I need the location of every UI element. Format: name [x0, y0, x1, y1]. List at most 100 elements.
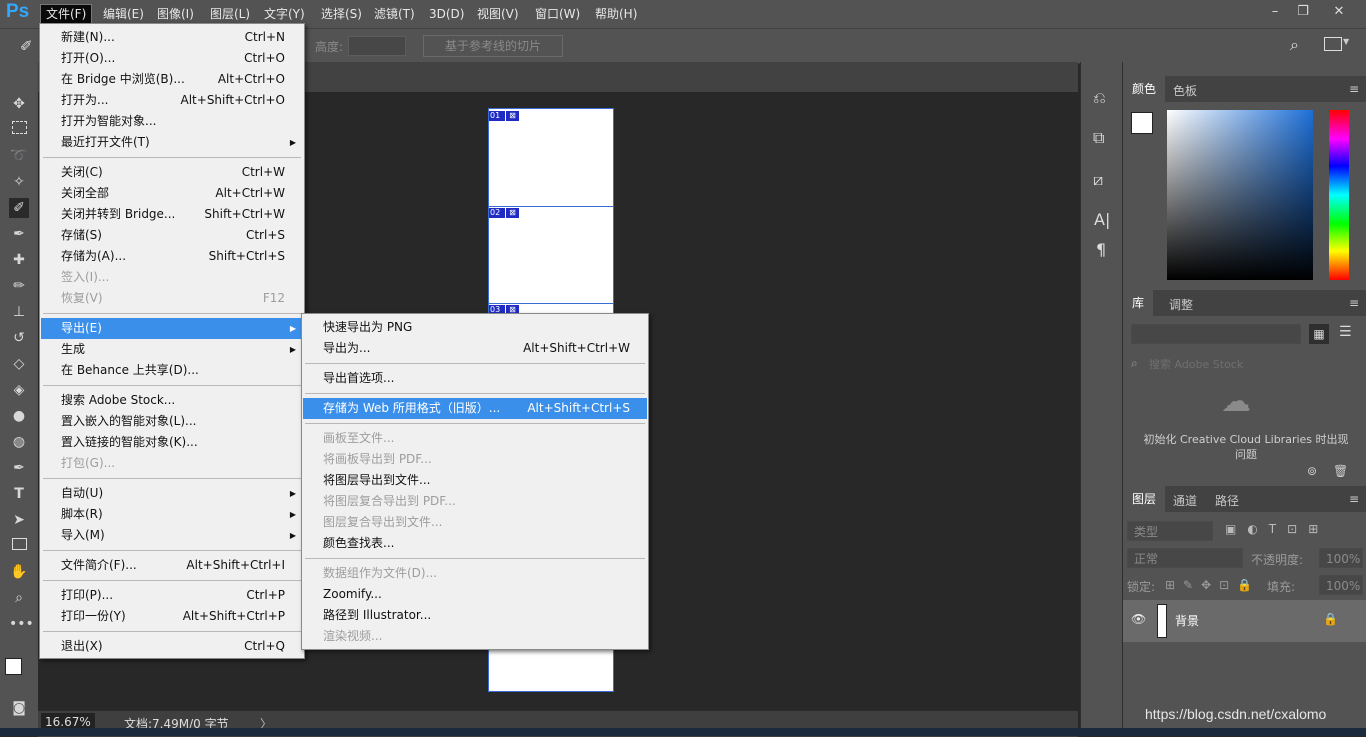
path-selection-tool-icon[interactable]: ➤: [9, 510, 29, 530]
eraser-tool-icon[interactable]: ◇: [9, 354, 29, 374]
menu-2[interactable]: 图像(I): [152, 5, 199, 23]
menu-item[interactable]: 导出(E) ▶: [41, 318, 303, 339]
layer-filter-icons[interactable]: ▣◐T⊡⊞: [1225, 522, 1329, 536]
menu-6[interactable]: 滤镜(T): [369, 5, 420, 23]
tab-swatches[interactable]: 色板: [1173, 82, 1197, 99]
menu-10[interactable]: 帮助(H): [590, 5, 642, 23]
fill-input[interactable]: 100%: [1319, 575, 1363, 595]
menu-item[interactable]: 打开(O)... Ctrl+O: [41, 48, 303, 69]
menu-item[interactable]: 快速导出为 PNG: [303, 317, 647, 338]
cc-sync-icon[interactable]: ⊚: [1307, 464, 1317, 478]
panel-menu-icon[interactable]: ≡: [1349, 82, 1359, 96]
menu-item[interactable]: 生成 ▶: [41, 339, 303, 360]
stock-search-input[interactable]: 搜索 Adobe Stock: [1149, 356, 1243, 372]
quick-mask-icon[interactable]: ◙: [9, 698, 29, 718]
menu-item[interactable]: 打开为... Alt+Shift+Ctrl+O: [41, 90, 303, 111]
rectangle-tool-icon[interactable]: [9, 536, 29, 556]
grid-view-icon[interactable]: ▦: [1309, 324, 1329, 344]
pen-tool-icon[interactable]: ✒: [9, 458, 29, 478]
layer-row[interactable]: 👁 背景 🔒: [1123, 600, 1366, 642]
list-view-icon[interactable]: ☰: [1339, 324, 1352, 340]
visibility-eye-icon[interactable]: 👁: [1131, 612, 1146, 626]
healing-brush-tool-icon[interactable]: ✚: [9, 250, 29, 270]
menu-item[interactable]: 存储为 Web 所用格式（旧版）... Alt+Shift+Ctrl+S: [303, 398, 647, 419]
menu-item[interactable]: Zoomify...: [303, 584, 647, 605]
menu-item[interactable]: 自动(U) ▶: [41, 483, 303, 504]
brush-tool-icon[interactable]: ✏: [9, 276, 29, 296]
menu-item[interactable]: 导入(M) ▶: [41, 525, 303, 546]
menu-item[interactable]: 文件简介(F)... Alt+Shift+Ctrl+I: [41, 555, 303, 576]
menu-item[interactable]: 打印(P)... Ctrl+P: [41, 585, 303, 606]
menu-item[interactable]: 在 Behance 上共享(D)...: [41, 360, 303, 381]
menu-item[interactable]: 关闭并转到 Bridge... Shift+Ctrl+W: [41, 204, 303, 225]
history-icon[interactable]: ⎌: [1093, 88, 1106, 108]
menu-item[interactable]: 关闭全部 Alt+Ctrl+W: [41, 183, 303, 204]
lock-icons[interactable]: ⊞✎✥⊡🔒: [1165, 578, 1260, 592]
more-tools-icon[interactable]: •••: [9, 614, 34, 634]
panel-menu-icon[interactable]: ≡: [1349, 296, 1359, 310]
minimize-button[interactable]: –: [1262, 3, 1288, 21]
panel-menu-icon[interactable]: ≡: [1349, 492, 1359, 506]
character-icon[interactable]: A|: [1094, 210, 1110, 229]
3d-icon[interactable]: ⧉: [1093, 128, 1104, 148]
foreground-color-swatch[interactable]: [5, 658, 22, 675]
menu-item[interactable]: 置入链接的智能对象(K)...: [41, 432, 303, 453]
slices-from-guides-button[interactable]: 基于参考线的切片: [423, 35, 563, 57]
history-brush-tool-icon[interactable]: ↺: [9, 328, 29, 348]
chevron-down-icon[interactable]: ▼: [1343, 37, 1349, 46]
trash-icon[interactable]: 🗑: [1333, 464, 1348, 478]
library-select[interactable]: [1131, 324, 1301, 344]
menu-item[interactable]: 退出(X) Ctrl+Q: [41, 636, 303, 657]
stamp-tool-icon[interactable]: ⊥: [9, 302, 29, 322]
menu-4[interactable]: 文字(Y): [259, 5, 310, 23]
menu-5[interactable]: 选择(S): [316, 5, 367, 23]
eyedropper-tool-icon[interactable]: ✒: [9, 224, 29, 244]
menu-item[interactable]: 打印一份(Y) Alt+Shift+Ctrl+P: [41, 606, 303, 627]
magic-wand-tool-icon[interactable]: ✧: [9, 172, 29, 192]
menu-item[interactable]: 路径到 Illustrator...: [303, 605, 647, 626]
layer-filter-select[interactable]: 类型: [1127, 521, 1213, 541]
slice-tool-icon[interactable]: ✐: [20, 37, 33, 55]
restore-button[interactable]: ❐: [1290, 3, 1316, 21]
foreground-color-swatch[interactable]: [1131, 112, 1153, 134]
workspace-icon[interactable]: [1324, 37, 1342, 51]
menu-item[interactable]: 置入嵌入的智能对象(L)...: [41, 411, 303, 432]
menu-item[interactable]: 关闭(C) Ctrl+W: [41, 162, 303, 183]
menu-item[interactable]: 脚本(R) ▶: [41, 504, 303, 525]
menu-1[interactable]: 编辑(E): [98, 5, 149, 23]
tab-libraries[interactable]: 库: [1123, 290, 1154, 316]
search-icon[interactable]: ⌕: [1290, 35, 1299, 55]
menu-0[interactable]: 文件(F): [39, 4, 93, 24]
blur-tool-icon[interactable]: ●: [9, 406, 29, 426]
tab-adjustments[interactable]: 调整: [1169, 296, 1193, 313]
menu-item[interactable]: 颜色查找表...: [303, 533, 647, 554]
paint-bucket-tool-icon[interactable]: ◈: [9, 380, 29, 400]
marquee-tool-icon[interactable]: [9, 120, 29, 140]
type-tool-icon[interactable]: T: [9, 484, 29, 504]
menu-item[interactable]: 导出首选项...: [303, 368, 647, 389]
color-field[interactable]: [1167, 110, 1313, 280]
tab-paths[interactable]: 路径: [1215, 492, 1239, 509]
menu-item[interactable]: 打开为智能对象...: [41, 111, 303, 132]
paragraph-icon[interactable]: ¶: [1096, 240, 1106, 259]
opacity-input[interactable]: 100%: [1319, 548, 1363, 568]
menu-9[interactable]: 窗口(W): [530, 5, 585, 23]
menu-item[interactable]: 最近打开文件(T) ▶: [41, 132, 303, 153]
tab-color[interactable]: 颜色: [1123, 76, 1166, 102]
move-tool-icon[interactable]: ✥: [9, 94, 29, 114]
lasso-tool-icon[interactable]: ➰: [9, 146, 29, 166]
dodge-tool-icon[interactable]: ◍: [9, 432, 29, 452]
slice-tool-icon[interactable]: ✐: [9, 198, 29, 218]
hand-tool-icon[interactable]: ✋: [9, 562, 29, 582]
menu-item[interactable]: 在 Bridge 中浏览(B)... Alt+Ctrl+O: [41, 69, 303, 90]
menu-item[interactable]: 搜索 Adobe Stock...: [41, 390, 303, 411]
tab-layers[interactable]: 图层: [1123, 486, 1166, 512]
zoom-tool-icon[interactable]: ⌕: [9, 588, 29, 608]
height-input[interactable]: [348, 36, 406, 56]
blend-mode-select[interactable]: 正常: [1127, 548, 1243, 568]
close-button[interactable]: ✕: [1326, 3, 1352, 21]
tab-channels[interactable]: 通道: [1173, 492, 1197, 509]
menu-3[interactable]: 图层(L): [205, 5, 255, 23]
menu-item[interactable]: 新建(N)... Ctrl+N: [41, 27, 303, 48]
hue-slider[interactable]: [1329, 110, 1349, 280]
